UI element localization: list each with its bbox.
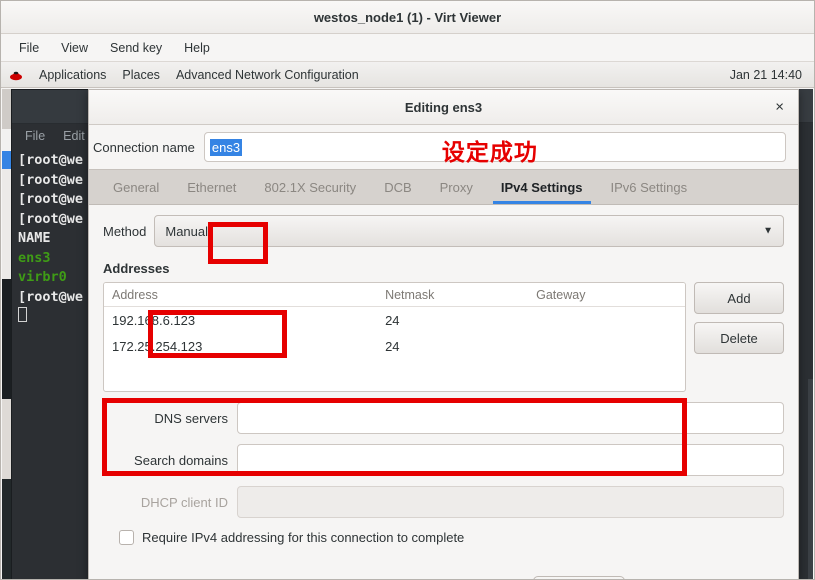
addresses-area: Address Netmask Gateway 192.168.6.123 24 [103, 282, 784, 392]
addresses-table-header: Address Netmask Gateway [104, 283, 685, 307]
tab-ipv6-settings[interactable]: IPv6 Settings [597, 170, 702, 204]
add-button[interactable]: Add [694, 282, 784, 314]
method-dropdown[interactable]: Manual ▼ [154, 215, 784, 247]
panel-places-menu[interactable]: Places [122, 68, 160, 82]
column-header-gateway: Gateway [536, 287, 586, 302]
dns-servers-input[interactable] [237, 402, 784, 434]
method-label: Method [103, 223, 147, 239]
column-header-netmask: Netmask [385, 287, 435, 302]
viewer-menu-file[interactable]: File [11, 38, 47, 58]
method-selected-value: Manual [165, 223, 209, 239]
delete-button[interactable]: Delete [694, 322, 784, 354]
search-domains-input[interactable] [237, 444, 784, 476]
viewer-window-title: westos_node1 (1) - Virt Viewer [313, 9, 502, 25]
column-header-address: Address [112, 287, 158, 302]
panel-active-application[interactable]: Advanced Network Configuration [176, 68, 359, 82]
terminal-menu-edit[interactable]: Edit [63, 129, 85, 143]
viewer-menu-help[interactable]: Help [176, 38, 218, 58]
cell-address[interactable]: 192.168.6.123 [104, 313, 377, 328]
dhcp-client-id-row: DHCP client ID [103, 486, 784, 518]
addresses-section-label: Addresses [103, 261, 170, 276]
dialog-title: Editing ens3 [404, 99, 483, 115]
tab-dcb[interactable]: DCB [370, 170, 425, 204]
search-domains-row: Search domains [103, 444, 784, 476]
settings-tabstrip: General Ethernet 802.1X Security DCB Pro… [89, 169, 798, 205]
method-row: Method Manual ▼ [103, 215, 784, 247]
dialog-titlebar: Editing ens3 × [89, 90, 798, 125]
background-window-sliver [2, 89, 11, 579]
viewer-menu-send-key[interactable]: Send key [102, 38, 170, 58]
terminal-cursor [18, 307, 27, 322]
cell-address[interactable]: 172.25.254.123 [104, 339, 377, 354]
tab-ipv4-settings[interactable]: IPv4 Settings [487, 170, 597, 204]
close-icon[interactable]: × [775, 100, 784, 115]
dhcp-client-id-label: DHCP client ID [140, 494, 228, 510]
dialog-footer-button[interactable] [533, 576, 625, 579]
require-ipv4-label: Require IPv4 addressing for this connect… [142, 530, 465, 545]
table-row[interactable]: 192.168.6.123 24 [104, 307, 685, 333]
chevron-down-icon: ▼ [763, 225, 773, 237]
viewer-titlebar: westos_node1 (1) - Virt Viewer [1, 1, 814, 34]
connection-name-selected-text: ens3 [209, 139, 243, 156]
require-ipv4-row[interactable]: Require IPv4 addressing for this connect… [103, 530, 784, 545]
dns-servers-row: DNS servers [103, 402, 784, 434]
panel-clock[interactable]: Jan 21 14:40 [730, 68, 802, 82]
search-domains-label: Search domains [134, 452, 228, 468]
panel-applications-menu[interactable]: Applications [39, 68, 106, 82]
tab-proxy[interactable]: Proxy [426, 170, 487, 204]
ipv4-settings-panel: Method Manual ▼ Addresses Address Netmas… [89, 205, 798, 579]
desktop-area: × File Edit [root@we [root@we [root@we [… [2, 89, 813, 579]
dhcp-client-id-input [237, 486, 784, 518]
tab-ethernet[interactable]: Ethernet [173, 170, 250, 204]
addresses-buttons: Add Delete [694, 282, 784, 354]
background-terminal-edge [808, 379, 813, 579]
annotation-text-success: 设定成功 [441, 140, 538, 166]
table-row[interactable]: 172.25.254.123 24 [104, 333, 685, 359]
require-ipv4-checkbox[interactable] [119, 530, 134, 545]
addresses-table[interactable]: Address Netmask Gateway 192.168.6.123 24 [103, 282, 686, 392]
tab-general[interactable]: General [99, 170, 173, 204]
connection-name-label: Connection name [93, 139, 195, 155]
gnome-top-panel: Applications Places Advanced Network Con… [1, 62, 814, 88]
virt-viewer-window: westos_node1 (1) - Virt Viewer File View… [0, 0, 815, 580]
viewer-menubar: File View Send key Help [1, 34, 814, 62]
connection-name-row: Connection name ens3 设定成功 [89, 125, 798, 169]
tab-8021x-security[interactable]: 802.1X Security [250, 170, 370, 204]
cell-netmask[interactable]: 24 [377, 339, 528, 354]
terminal-menu-file[interactable]: File [25, 129, 45, 143]
cell-netmask[interactable]: 24 [377, 313, 528, 328]
viewer-menu-view[interactable]: View [53, 38, 96, 58]
editing-connection-dialog: Editing ens3 × Connection name ens3 设定成功… [88, 89, 799, 579]
dns-servers-label: DNS servers [154, 410, 228, 426]
redhat-icon [9, 68, 23, 82]
